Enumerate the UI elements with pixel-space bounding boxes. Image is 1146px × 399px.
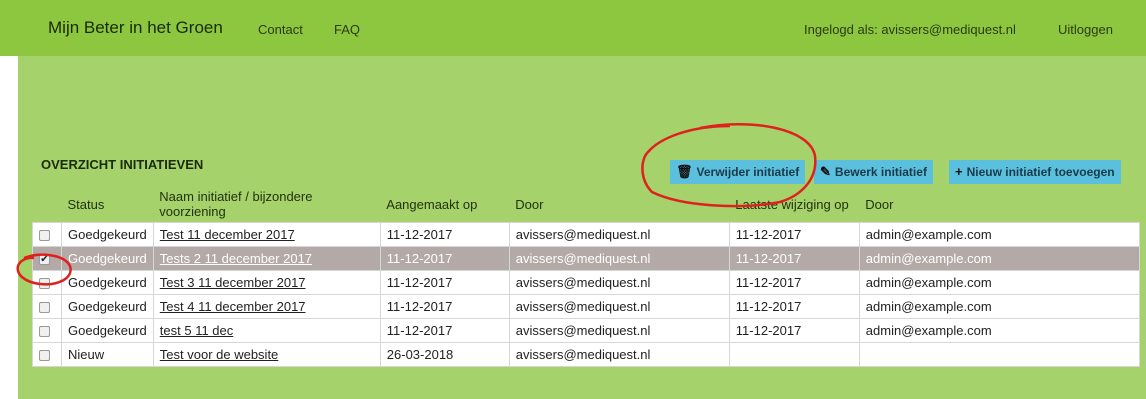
name-cell: Test voor de website — [152, 342, 381, 367]
col-status: Status — [61, 186, 154, 223]
col-name: Naam initiatief / bijzondere voorziening — [153, 186, 381, 223]
edit-label: Bewerk initiatief — [834, 165, 927, 179]
modified-by-cell: admin@example.com — [858, 270, 1141, 295]
row-select-cell — [32, 270, 62, 295]
col-modified-by: Door — [859, 186, 1140, 223]
created-by-cell: avissers@mediquest.nl — [508, 342, 730, 367]
edit-initiative-button[interactable]: ✎ Bewerk initiatief — [814, 160, 933, 184]
created-cell: 11-12-2017 — [379, 246, 510, 271]
created-cell: 11-12-2017 — [379, 294, 510, 319]
modified-by-cell: admin@example.com — [858, 246, 1141, 271]
modified-cell: 11-12-2017 — [728, 246, 860, 271]
modified-cell: 11-12-2017 — [728, 222, 860, 247]
modified-cell: 11-12-2017 — [728, 294, 860, 319]
nav-faq[interactable]: FAQ — [334, 22, 360, 37]
table-row[interactable]: Nieuw Test voor de website 26-03-2018 av… — [32, 342, 1141, 367]
col-modified: Laatste wijziging op — [729, 186, 860, 223]
row-select-cell — [32, 342, 62, 367]
table-row-selected[interactable]: ✔ Goedgekeurd Tests 2 11 december 2017 1… — [32, 246, 1141, 271]
status-cell: Goedgekeurd — [61, 246, 154, 271]
status-cell: Goedgekeurd — [61, 318, 154, 343]
logged-in-label: Ingelogd als: avissers@mediquest.nl — [804, 22, 1016, 37]
created-by-cell: avissers@mediquest.nl — [508, 294, 730, 319]
initiatives-table: Status Naam initiatief / bijzondere voor… — [32, 186, 1141, 367]
col-select — [32, 186, 62, 223]
top-navbar: Mijn Beter in het Groen Contact FAQ Inge… — [0, 0, 1146, 56]
table-header-row: Status Naam initiatief / bijzondere voor… — [32, 186, 1140, 223]
modified-cell — [728, 342, 860, 367]
name-cell: Test 4 11 december 2017 — [152, 294, 381, 319]
initiative-link[interactable]: Test 3 11 december 2017 — [160, 275, 306, 290]
add-initiative-button[interactable]: + Nieuw initiatief toevoegen — [949, 160, 1121, 184]
created-cell: 11-12-2017 — [379, 270, 510, 295]
modified-cell: 11-12-2017 — [728, 318, 860, 343]
plus-icon: + — [955, 164, 963, 179]
status-cell: Goedgekeurd — [61, 222, 154, 247]
row-checkbox[interactable] — [39, 350, 50, 362]
col-created: Aangemaakt op — [380, 186, 510, 223]
add-label: Nieuw initiatief toevoegen — [966, 165, 1115, 179]
row-checkbox-checked[interactable]: ✔ — [39, 254, 50, 266]
initiative-link[interactable]: Tests 2 11 december 2017 — [160, 251, 312, 266]
created-cell: 26-03-2018 — [379, 342, 510, 367]
name-cell: test 5 11 dec — [152, 318, 381, 343]
initiative-link[interactable]: Test 4 11 december 2017 — [160, 299, 306, 314]
modified-by-cell — [858, 342, 1141, 367]
logout-link[interactable]: Uitloggen — [1058, 22, 1113, 37]
initiative-link[interactable]: Test 11 december 2017 — [160, 227, 295, 242]
modified-by-cell: admin@example.com — [858, 294, 1141, 319]
modified-cell: 11-12-2017 — [728, 270, 860, 295]
modified-by-cell: admin@example.com — [858, 222, 1141, 247]
row-checkbox[interactable] — [39, 326, 50, 338]
table-row[interactable]: Goedgekeurd Test 3 11 december 2017 11-1… — [32, 270, 1141, 295]
created-by-cell: avissers@mediquest.nl — [508, 270, 730, 295]
page-title: OVERZICHT INITIATIEVEN — [41, 157, 204, 172]
delete-label: Verwijder initiatief — [696, 165, 800, 179]
row-select-cell — [32, 318, 62, 343]
modified-by-cell: admin@example.com — [858, 318, 1141, 343]
name-cell: Test 3 11 december 2017 — [152, 270, 381, 295]
created-by-cell: avissers@mediquest.nl — [508, 222, 730, 247]
name-cell: Test 11 december 2017 — [152, 222, 381, 247]
nav-contact[interactable]: Contact — [258, 22, 303, 37]
row-checkbox[interactable] — [39, 230, 50, 242]
table-row[interactable]: Goedgekeurd Test 4 11 december 2017 11-1… — [32, 294, 1141, 319]
col-created-by: Door — [509, 186, 730, 223]
row-checkbox[interactable] — [39, 302, 50, 314]
row-select-cell: ✔ — [32, 246, 62, 271]
delete-initiative-button[interactable]: 🗑 Verwijder initiatief — [670, 160, 806, 184]
created-by-cell: avissers@mediquest.nl — [508, 318, 730, 343]
status-cell: Goedgekeurd — [61, 270, 154, 295]
edit-icon: ✎ — [820, 164, 831, 179]
table-row[interactable]: Goedgekeurd Test 11 december 2017 11-12-… — [32, 222, 1141, 247]
table-row[interactable]: Goedgekeurd test 5 11 dec 11-12-2017 avi… — [32, 318, 1141, 343]
created-cell: 11-12-2017 — [379, 318, 510, 343]
status-cell: Nieuw — [61, 342, 154, 367]
trash-icon: 🗑 — [676, 164, 693, 179]
created-cell: 11-12-2017 — [379, 222, 510, 247]
row-checkbox[interactable] — [39, 278, 50, 290]
brand-link[interactable]: Mijn Beter in het Groen — [48, 18, 223, 38]
name-cell: Tests 2 11 december 2017 — [152, 246, 381, 271]
row-select-cell — [32, 294, 62, 319]
initiative-link[interactable]: test 5 11 dec — [160, 323, 233, 338]
created-by-cell: avissers@mediquest.nl — [508, 246, 730, 271]
status-cell: Goedgekeurd — [61, 294, 154, 319]
initiative-link[interactable]: Test voor de website — [160, 347, 279, 362]
row-select-cell — [32, 222, 62, 247]
